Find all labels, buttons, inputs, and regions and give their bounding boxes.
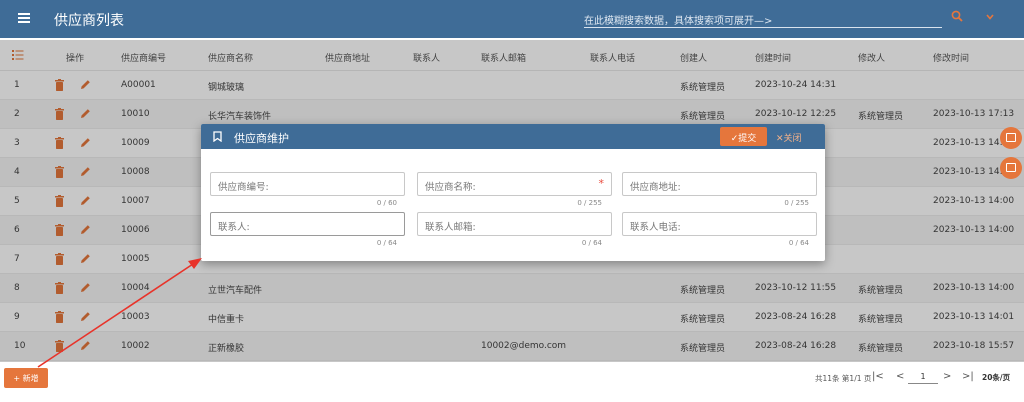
annotation-arrow [37,258,202,368]
